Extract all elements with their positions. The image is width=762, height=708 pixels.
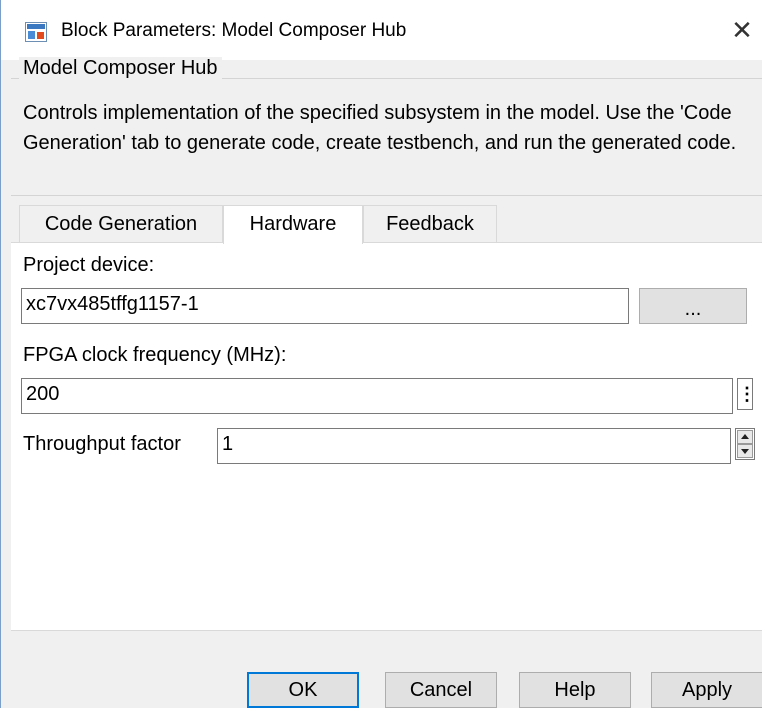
group-legend: Model Composer Hub: [19, 57, 222, 80]
fpga-clock-label: FPGA clock frequency (MHz):: [23, 344, 287, 366]
spinner-down-icon[interactable]: [737, 444, 753, 458]
fpga-clock-input[interactable]: 200: [21, 378, 733, 414]
spinner-up-icon[interactable]: [737, 430, 753, 444]
project-device-label: Project device:: [23, 254, 155, 276]
close-button[interactable]: ✕: [729, 16, 755, 46]
fpga-clock-menu-button[interactable]: ⋮: [737, 378, 756, 410]
apply-button[interactable]: Apply: [651, 672, 762, 708]
close-icon: ✕: [731, 15, 753, 45]
throughput-factor-input[interactable]: 1: [217, 428, 731, 464]
project-device-input[interactable]: xc7vx485tffg1157-1: [21, 288, 629, 324]
ok-button[interactable]: OK: [247, 672, 359, 708]
vertical-ellipsis-icon: ⋮: [738, 384, 756, 404]
throughput-spinner[interactable]: [735, 428, 755, 460]
cancel-button[interactable]: Cancel: [385, 672, 497, 708]
browse-device-button[interactable]: ...: [639, 288, 747, 324]
help-button[interactable]: Help: [519, 672, 631, 708]
tab-code-generation[interactable]: Code Generation: [19, 205, 223, 243]
throughput-factor-label: Throughput factor: [23, 433, 181, 455]
block-parameters-dialog: Block Parameters: Model Composer Hub ✕ M…: [0, 0, 762, 708]
block-parameters-icon: [25, 22, 47, 42]
group-description: Controls implementation of the specified…: [23, 102, 737, 154]
window-title: Block Parameters: Model Composer Hub: [61, 20, 407, 41]
title-bar: Block Parameters: Model Composer Hub ✕: [1, 0, 762, 60]
tab-feedback[interactable]: Feedback: [363, 205, 497, 243]
tab-hardware[interactable]: Hardware: [223, 205, 363, 244]
